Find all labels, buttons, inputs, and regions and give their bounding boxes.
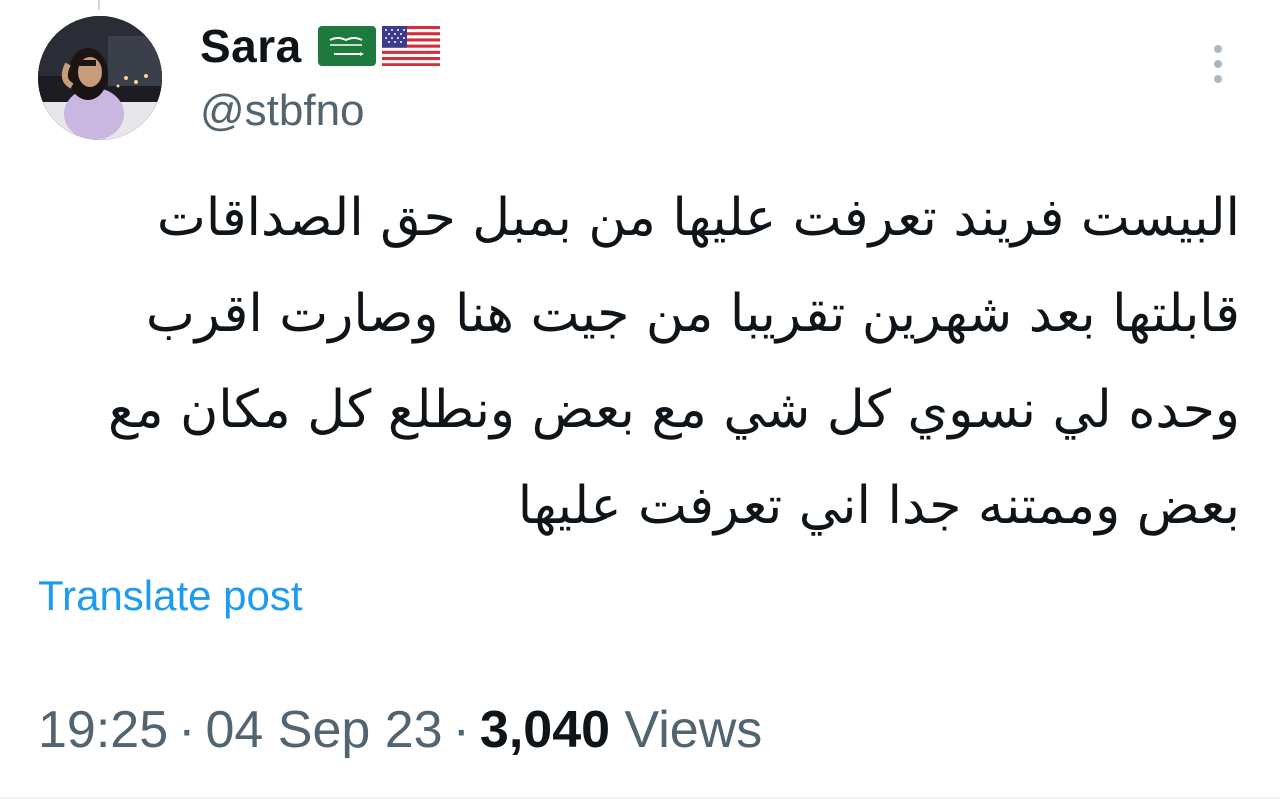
meta-separator: ·: [452, 701, 470, 759]
tweet-card: Sara @stbfno البيست فريند تعرفت عليها من…: [0, 0, 1280, 799]
avatar-image: [38, 16, 162, 140]
tweet-meta: 19:25 · 04 Sep 23 · 3,040 Views: [38, 700, 762, 760]
views-count[interactable]: 3,040: [480, 701, 610, 759]
tweet-time[interactable]: 19:25: [38, 701, 168, 759]
tweet-text-line: قابلتها بعد شهرين تقريبا من جيت هنا وصار…: [145, 284, 1240, 344]
more-options-icon[interactable]: [1206, 40, 1230, 90]
avatar[interactable]: [38, 16, 162, 140]
translate-post-link[interactable]: Translate post: [38, 572, 303, 620]
tweet-text-line: وحده لي نسوي كل شي مع بعض ونطلع كل مكان …: [108, 380, 1240, 440]
meta-separator: ·: [178, 701, 196, 759]
saudi-arabia-flag-icon: [317, 26, 376, 66]
thread-line: [98, 0, 100, 10]
views-label[interactable]: Views: [625, 701, 763, 759]
author-name-row: Sara: [200, 18, 440, 74]
author-handle[interactable]: @stbfno: [200, 86, 365, 136]
tweet-text: البيست فريند تعرفت عليها من بمبل حق الصد…: [60, 170, 1240, 554]
tweet-date[interactable]: 04 Sep 23: [205, 701, 442, 759]
flag-emojis: [317, 26, 440, 66]
author-display-name[interactable]: Sara: [200, 19, 302, 73]
usa-flag-icon: [381, 26, 440, 66]
tweet-text-line: بعض وممتنه جدا اني تعرفت عليها: [517, 476, 1240, 536]
tweet-text-line: البيست فريند تعرفت عليها من بمبل حق الصد…: [156, 188, 1240, 248]
